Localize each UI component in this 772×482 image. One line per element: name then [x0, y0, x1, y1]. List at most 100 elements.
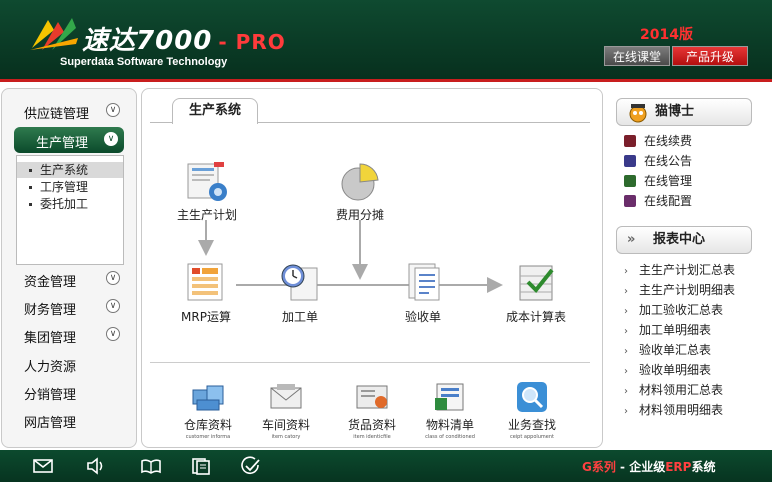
- footer-series: G系列: [582, 460, 616, 474]
- flow-node-label: 验收单: [404, 310, 441, 324]
- documents-icon[interactable]: [190, 456, 212, 476]
- quick-warehouse-data[interactable]: 仓库资料 customer informa: [176, 380, 240, 440]
- book-icon: [624, 175, 636, 187]
- sidebar-item-label: 资金管理: [24, 275, 77, 290]
- check-circle-icon[interactable]: [240, 456, 262, 476]
- bullet-icon: [29, 203, 32, 206]
- chevron-down-icon: ∨: [106, 271, 120, 285]
- report-label: 加工单明细表: [639, 323, 712, 337]
- brand-number: 7000: [136, 26, 213, 56]
- chevron-right-icon: ›: [624, 346, 628, 357]
- report-item[interactable]: › 验收单汇总表: [624, 341, 711, 359]
- sidebar-item-finance[interactable]: 财务管理 ∨: [0, 294, 136, 320]
- chevron-right-icon: ›: [624, 266, 628, 277]
- flow-node-cost-table[interactable]: 成本计算表: [498, 258, 574, 325]
- flow-node-label: 加工单: [281, 310, 318, 324]
- quick-sublabel: class of conditioned: [425, 434, 475, 440]
- quick-bom[interactable]: 物料清单 class of conditioned: [418, 380, 482, 440]
- report-label: 验收单明细表: [639, 363, 712, 377]
- sidebar-item-distribution[interactable]: 分销管理: [0, 379, 136, 405]
- product-upgrade-button[interactable]: 产品升级: [672, 46, 748, 66]
- report-label: 材料领用明细表: [639, 403, 724, 417]
- book-icon: [624, 195, 636, 207]
- sidebar-item-webstore[interactable]: 网店管理: [0, 407, 136, 433]
- dr-cat-header: 猫博士: [616, 98, 752, 126]
- submenu-item-label: 工序管理: [40, 180, 89, 194]
- report-label: 主生产计划明细表: [639, 283, 736, 297]
- report-item[interactable]: › 加工单明细表: [624, 321, 711, 339]
- sidebar-item-hr[interactable]: 人力资源: [0, 351, 136, 377]
- flow-node-cost-share[interactable]: 费用分摊: [332, 160, 388, 223]
- report-label: 主生产计划汇总表: [639, 263, 736, 277]
- flow-node-mrp[interactable]: MRP运算: [176, 258, 236, 325]
- sidebar-item-group[interactable]: 集团管理 ∨: [0, 322, 136, 348]
- report-item[interactable]: › 主生产计划明细表: [624, 281, 735, 299]
- quick-sublabel: item catory: [271, 434, 301, 440]
- search-icon: [517, 382, 547, 412]
- quick-workshop-data[interactable]: 车间资料 item catory: [254, 380, 318, 440]
- brand-subtitle: Superdata Software Technology: [60, 56, 228, 68]
- link-online-renew[interactable]: 在线续费: [624, 132, 692, 150]
- report-label: 验收单汇总表: [639, 343, 712, 357]
- report-item[interactable]: › 材料领用汇总表: [624, 381, 723, 399]
- flow-node-acceptance[interactable]: 验收单: [394, 258, 452, 325]
- bullet-icon: [29, 186, 32, 189]
- submenu-item-process[interactable]: 工序管理: [17, 179, 123, 195]
- clock-document-icon: [281, 264, 318, 301]
- book-open-icon[interactable]: [140, 456, 162, 476]
- mail-icon[interactable]: [32, 456, 54, 476]
- quick-label: 物料清单: [425, 418, 474, 432]
- envelope-icon: [270, 384, 302, 409]
- chevron-right-icon: ›: [624, 286, 628, 297]
- quick-goods-data[interactable]: 货品资料 item identicfile: [340, 380, 404, 440]
- report-item[interactable]: › 材料领用明细表: [624, 401, 723, 419]
- goods-card-icon: [356, 385, 388, 409]
- sidebar-item-label: 集团管理: [24, 331, 77, 346]
- online-course-button[interactable]: 在线课堂: [604, 46, 670, 66]
- chevron-down-icon: ∨: [106, 103, 120, 117]
- chevron-down-icon: ∨: [106, 327, 120, 341]
- production-submenu: 生产系统 工序管理 委托加工: [16, 155, 124, 265]
- sidebar-item-label: 分销管理: [24, 388, 77, 403]
- sidebar-item-label: 财务管理: [24, 303, 77, 318]
- flow-node-master-plan[interactable]: 主生产计划: [170, 160, 244, 223]
- quick-business-search[interactable]: 业务查找 ceipt appolument: [500, 380, 564, 440]
- chevron-down-icon: ∨: [104, 132, 118, 146]
- sidebar-item-supply-chain[interactable]: 供应链管理 ∨: [0, 98, 136, 124]
- sidebar-item-label: 人力资源: [24, 360, 77, 375]
- submenu-item-production-system[interactable]: 生产系统: [17, 162, 123, 178]
- submenu-item-outsourcing[interactable]: 委托加工: [17, 196, 123, 212]
- footer-level: 企业级: [629, 460, 666, 474]
- quick-sublabel: ceipt appolument: [509, 434, 555, 440]
- chevron-right-icon: ›: [624, 406, 628, 417]
- footer-bar: G系列 - 企业级ERP系统: [0, 450, 772, 482]
- link-online-notice[interactable]: 在线公告: [624, 152, 692, 170]
- quick-sublabel: customer informa: [185, 434, 231, 440]
- flow-node-work-order[interactable]: 加工单: [272, 258, 328, 325]
- production-plan-icon: [187, 162, 227, 201]
- flow-node-label: 成本计算表: [505, 310, 566, 324]
- cat-mascot-icon: [629, 104, 647, 123]
- link-label: 在线管理: [644, 174, 693, 188]
- footer-erp: ERP: [665, 460, 692, 474]
- sidebar-item-funds[interactable]: 资金管理 ∨: [0, 266, 136, 292]
- sidebar-item-production[interactable]: 生产管理 ∨: [14, 127, 124, 153]
- footer-system: 系统: [691, 460, 716, 474]
- report-item[interactable]: › 加工验收汇总表: [624, 301, 723, 319]
- chevron-right-icon: ›: [624, 306, 628, 317]
- report-item[interactable]: › 主生产计划汇总表: [624, 261, 735, 279]
- link-online-config[interactable]: 在线配置: [624, 192, 692, 210]
- speaker-icon[interactable]: [85, 456, 107, 476]
- quick-label: 业务查找: [507, 418, 556, 432]
- chevron-right-icon: ›: [624, 326, 628, 337]
- mrp-calc-icon: [187, 263, 223, 301]
- section-divider: [150, 362, 590, 363]
- flow-node-label: 主生产计划: [176, 208, 237, 222]
- warehouse-boxes-icon: [192, 385, 224, 411]
- report-item[interactable]: › 验收单明细表: [624, 361, 711, 379]
- link-label: 在线续费: [644, 134, 693, 148]
- quick-label: 车间资料: [261, 418, 310, 432]
- report-center-header: » 报表中心: [616, 226, 752, 254]
- dr-cat-title: 猫博士: [655, 104, 695, 119]
- link-online-manage[interactable]: 在线管理: [624, 172, 692, 190]
